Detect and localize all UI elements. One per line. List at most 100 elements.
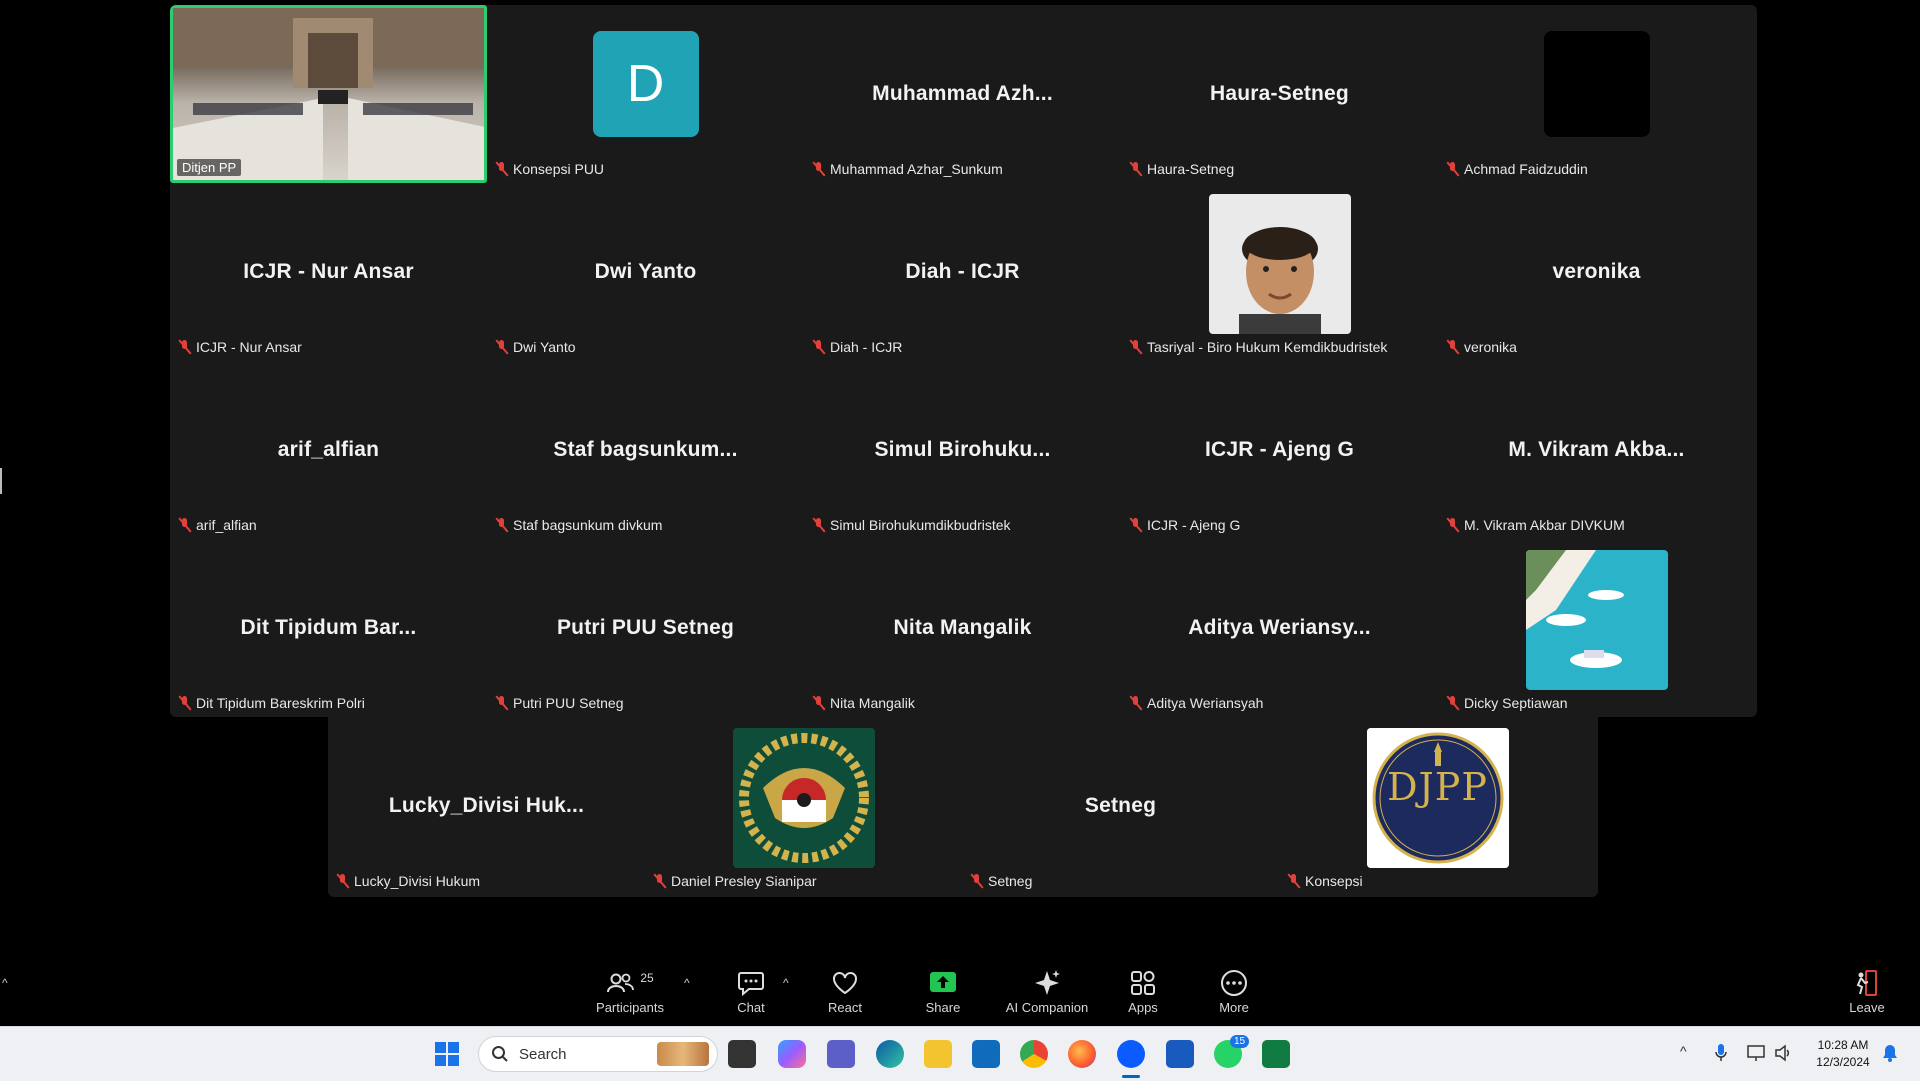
- participant-display-name: M. Vikram Akba...: [1508, 438, 1685, 461]
- file-explorer-icon[interactable]: [924, 1040, 952, 1068]
- participant-tile-tasriyal-biro-hukum-kemdikbudristek[interactable]: Tasriyal - Biro Hukum Kemdikbudristek: [1121, 183, 1438, 361]
- participant-tile-muhammad-azhar-sunkum[interactable]: Muhammad Azh... Muhammad Azhar_Sunkum: [804, 5, 1121, 183]
- participant-name-label: arif_alfian: [178, 517, 257, 533]
- participant-display-name: arif_alfian: [277, 438, 380, 461]
- mic-muted-icon: [1129, 162, 1142, 176]
- participant-tile-lucky-divisi-hukum[interactable]: Lucky_Divisi Huk... Lucky_Divisi Hukum: [328, 717, 645, 895]
- excel-icon[interactable]: [1262, 1040, 1290, 1068]
- avatar: D: [592, 31, 699, 137]
- leave-button[interactable]: Leave: [1822, 968, 1912, 1015]
- more-icon: [1221, 970, 1247, 996]
- participant-tile-diah-icjr[interactable]: Diah - ICJR Diah - ICJR: [804, 183, 1121, 361]
- participant-name: Dwi Yanto: [513, 339, 576, 355]
- participant-display-name: Setneg: [1084, 794, 1157, 817]
- participant-name-label: Konsepsi PUU: [495, 161, 604, 177]
- participant-name: Putri PUU Setneg: [513, 695, 624, 711]
- system-clock[interactable]: 10:28 AM 12/3/2024: [1808, 1037, 1878, 1071]
- sparkle-icon: [1035, 970, 1060, 995]
- participant-display-name: Nita Mangalik: [893, 616, 1032, 639]
- participant-name-label: Staf bagsunkum divkum: [495, 517, 662, 533]
- participant-tile-dicky-septiawan[interactable]: Dicky Septiawan: [1438, 539, 1755, 717]
- teams-icon[interactable]: [827, 1040, 855, 1068]
- participant-name-label: Achmad Faidzuddin: [1446, 161, 1588, 177]
- firefox-icon[interactable]: [1068, 1040, 1096, 1068]
- mic-muted-icon: [812, 162, 825, 176]
- participant-name: Setneg: [988, 873, 1033, 889]
- apps-label: Apps: [1128, 1000, 1158, 1015]
- clock-time: 10:28 AM: [1817, 1038, 1869, 1052]
- participant-name-label: veronika: [1446, 339, 1517, 355]
- mic-muted-icon: [495, 696, 508, 710]
- participant-tile-ditjen-pp[interactable]: Ditjen PP: [170, 5, 487, 183]
- mic-muted-icon: [495, 162, 508, 176]
- participant-grid-bottom-row: Lucky_Divisi Huk... Lucky_Divisi Hukum Dan…: [328, 717, 1598, 897]
- windows-start-icon[interactable]: [433, 1040, 461, 1068]
- taskbar-search[interactable]: Search: [478, 1036, 718, 1072]
- participant-name-label: ICJR - Nur Ansar: [178, 339, 302, 355]
- participant-tile-konsepsi-puu[interactable]: D Konsepsi PUU: [487, 5, 804, 183]
- participant-tile-achmad-faidzuddin[interactable]: Achmad Faidzuddin: [1438, 5, 1755, 183]
- participant-name: M. Vikram Akbar DIVKUM: [1464, 517, 1625, 533]
- share-button[interactable]: Share: [898, 968, 988, 1015]
- ai-companion-button[interactable]: AI Companion: [1002, 968, 1092, 1015]
- participant-tile-m-vikram-akbar-divkum[interactable]: M. Vikram Akba... M. Vikram Akbar DIVKUM: [1438, 361, 1755, 539]
- participant-display-name: Staf bagsunkum...: [553, 438, 738, 461]
- react-button[interactable]: React: [800, 968, 890, 1015]
- participant-tile-dwi-yanto[interactable]: Dwi Yanto Dwi Yanto: [487, 183, 804, 361]
- participant-tile-nita-mangalik[interactable]: Nita Mangalik Nita Mangalik: [804, 539, 1121, 717]
- participant-name-label: Daniel Presley Sianipar: [653, 873, 817, 889]
- participant-tile-staf-bagsunkum-divkum[interactable]: Staf bagsunkum... Staf bagsunkum divkum: [487, 361, 804, 539]
- share-screen-icon: [930, 972, 956, 992]
- mic-muted-icon: [1446, 696, 1459, 710]
- task-view-icon[interactable]: [728, 1040, 756, 1068]
- participant-tile-arif-alfian[interactable]: arif_alfian arif_alfian: [170, 361, 487, 539]
- more-button[interactable]: More: [1189, 968, 1279, 1015]
- participant-display-name: veronika: [1552, 260, 1641, 283]
- participant-name: Daniel Presley Sianipar: [671, 873, 817, 889]
- garuda-emblem-icon: [732, 728, 875, 868]
- participant-name-label: Dwi Yanto: [495, 339, 576, 355]
- participant-name: Tasriyal - Biro Hukum Kemdikbudristek: [1147, 339, 1388, 355]
- participants-button[interactable]: 25 Participants: [585, 968, 675, 1015]
- apps-button[interactable]: Apps: [1098, 968, 1188, 1015]
- participant-name: ICJR - Ajeng G: [1147, 517, 1241, 533]
- more-label: More: [1219, 1000, 1249, 1015]
- participant-tile-setneg[interactable]: Setneg Setneg: [962, 717, 1279, 895]
- microphone-icon[interactable]: [1714, 1043, 1728, 1063]
- participant-tile-konsepsi[interactable]: DJPP Konsepsi: [1279, 717, 1596, 895]
- participant-tile-haura-setneg[interactable]: Haura-Setneg Haura-Setneg: [1121, 5, 1438, 183]
- participant-tile-icjr-nur-ansar[interactable]: ICJR - Nur Ansar ICJR - Nur Ansar: [170, 183, 487, 361]
- network-icon[interactable]: [1746, 1044, 1766, 1062]
- mic-muted-icon: [970, 874, 983, 888]
- search-placeholder: Search: [519, 1045, 567, 1063]
- heart-icon: [833, 972, 857, 995]
- edge-icon[interactable]: [876, 1040, 904, 1068]
- participant-name: ICJR - Nur Ansar: [196, 339, 302, 355]
- participant-tile-aditya-weriansyah[interactable]: Aditya Weriansy... Aditya Weriansyah: [1121, 539, 1438, 717]
- chrome-icon[interactable]: [1020, 1040, 1048, 1068]
- outlook-icon[interactable]: [972, 1040, 1000, 1068]
- mic-muted-icon: [336, 874, 349, 888]
- participant-tile-simul-birohukumdikbudristek[interactable]: Simul Birohuku... Simul Birohukumdikbudri…: [804, 361, 1121, 539]
- word-icon[interactable]: [1166, 1040, 1194, 1068]
- participant-tile-putri-puu-setneg[interactable]: Putri PUU Setneg Putri PUU Setneg: [487, 539, 804, 717]
- participant-name-label: ICJR - Ajeng G: [1129, 517, 1240, 533]
- participant-tile-dit-tipidum-bareskrim-polri[interactable]: Dit Tipidum Bar... Dit Tipidum Bareskrim …: [170, 539, 487, 717]
- participant-tile-veronika[interactable]: veronika veronika: [1438, 183, 1755, 361]
- tray-overflow-icon[interactable]: ^: [1680, 1043, 1687, 1059]
- participant-tile-icjr-ajeng-g[interactable]: ICJR - Ajeng G ICJR - Ajeng G: [1121, 361, 1438, 539]
- zoom-icon[interactable]: [1117, 1040, 1145, 1068]
- volume-icon[interactable]: [1774, 1044, 1792, 1062]
- participant-display-name: Diah - ICJR: [905, 260, 1020, 283]
- participant-name: Aditya Weriansyah: [1147, 695, 1264, 711]
- react-label: React: [828, 1000, 862, 1015]
- participant-tile-daniel-presley-sianipar[interactable]: Daniel Presley Sianipar: [645, 717, 962, 895]
- notification-bell-icon[interactable]: [1882, 1044, 1898, 1062]
- chat-caret[interactable]: ^: [783, 976, 789, 990]
- meeting-window: Ditjen PP D Konsepsi PUU Muhammad Azh... Muh…: [0, 0, 1920, 960]
- toolbar-expand-caret[interactable]: ^: [2, 976, 8, 990]
- participants-caret[interactable]: ^: [684, 976, 690, 990]
- participant-display-name: Haura-Setneg: [1210, 82, 1349, 105]
- copilot-icon[interactable]: [778, 1040, 806, 1068]
- participant-name-label: Konsepsi: [1287, 873, 1363, 889]
